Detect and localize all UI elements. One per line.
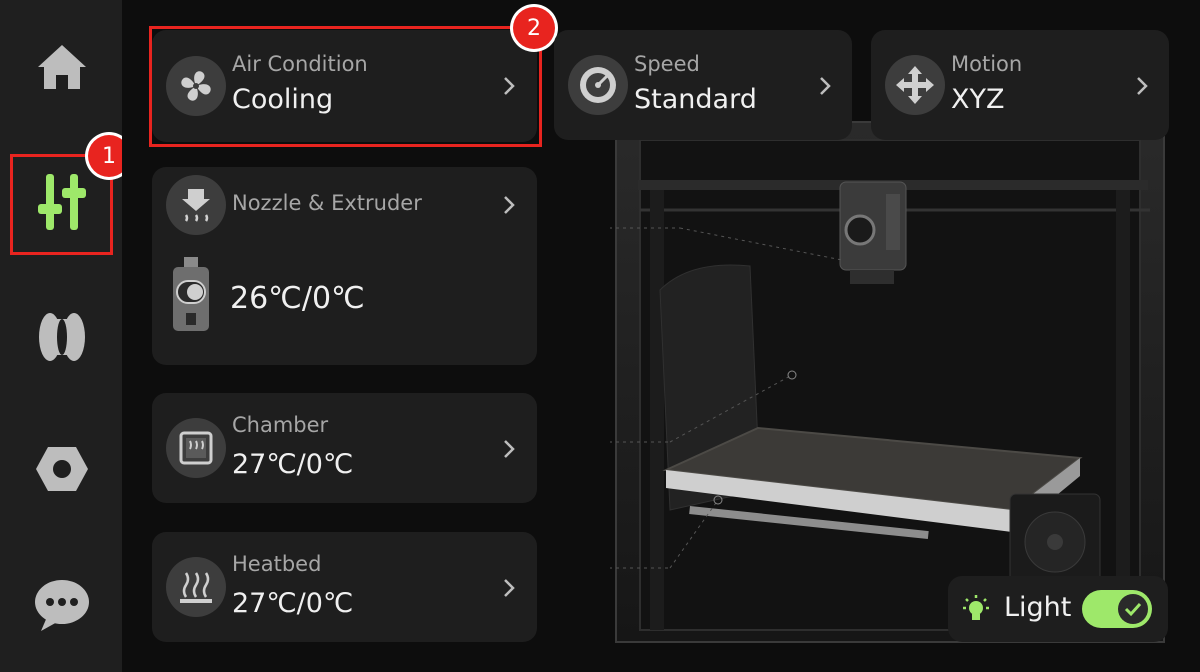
chamber-icon <box>166 418 226 478</box>
nav-chat[interactable] <box>14 560 109 650</box>
speedometer-icon <box>568 55 628 115</box>
light-label: Light <box>1004 592 1072 623</box>
chat-icon <box>34 580 89 631</box>
heatbed-icon <box>166 557 226 617</box>
light-toggle[interactable] <box>1082 590 1152 628</box>
annotation-badge-2: 2 <box>513 7 555 49</box>
nozzle-extruder-card[interactable]: Nozzle & Extruder 26℃/0℃ <box>152 167 537 365</box>
speed-value: Standard <box>634 84 757 115</box>
chevron-right-icon <box>504 579 515 597</box>
motion-value: XYZ <box>951 84 1005 115</box>
home-icon <box>37 45 86 89</box>
nav-filament[interactable] <box>14 292 109 382</box>
extruder-icon <box>173 257 209 331</box>
chamber-label: Chamber <box>232 413 329 437</box>
chevron-right-icon <box>504 440 515 458</box>
nozzle-temperature: 26℃/0℃ <box>230 281 365 316</box>
highlight-box-air-condition <box>149 26 542 147</box>
chamber-temperature: 27℃/0℃ <box>232 449 354 480</box>
nav-settings[interactable] <box>14 424 109 514</box>
heatbed-temperature: 27℃/0℃ <box>232 588 354 619</box>
filament-icon <box>38 313 85 361</box>
nav-home[interactable] <box>14 22 109 112</box>
motion-label: Motion <box>951 52 1023 76</box>
speed-card[interactable]: Speed Standard <box>554 30 852 140</box>
nozzle-heat-icon <box>166 175 226 235</box>
motion-card[interactable]: Motion XYZ <box>871 30 1169 140</box>
chamber-card[interactable]: Chamber 27℃/0℃ <box>152 393 537 503</box>
bulb-icon <box>963 595 989 620</box>
printer-illustration <box>610 121 1165 643</box>
chevron-right-icon <box>820 77 831 95</box>
heatbed-label: Heatbed <box>232 552 322 576</box>
speed-label: Speed <box>634 52 700 76</box>
chevron-right-icon <box>1137 77 1148 95</box>
move-arrows-icon <box>885 55 945 115</box>
heatbed-card[interactable]: Heatbed 27℃/0℃ <box>152 532 537 642</box>
settings-nut-icon <box>35 447 88 491</box>
chevron-right-icon <box>504 196 515 214</box>
nozzle-label: Nozzle & Extruder <box>232 191 422 215</box>
check-icon <box>1124 602 1142 617</box>
light-control: Light <box>948 576 1168 642</box>
sidebar <box>0 0 122 672</box>
toggle-knob <box>1118 594 1148 624</box>
